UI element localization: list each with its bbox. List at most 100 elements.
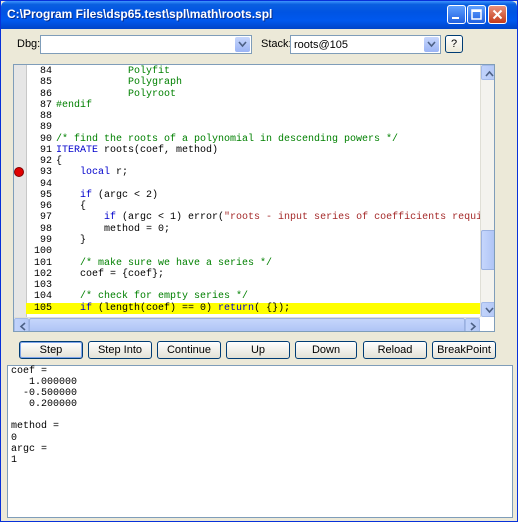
line-number: 99 xyxy=(39,234,52,246)
code-token: ITERATE xyxy=(56,144,99,156)
code-line[interactable]: 85 Polygraph xyxy=(26,77,480,88)
code-text: Polygraph xyxy=(56,77,182,88)
breakpoint-button[interactable]: BreakPoint xyxy=(432,341,496,359)
code-text: if (argc < 2) xyxy=(56,190,158,201)
code-token: { xyxy=(56,201,87,213)
scroll-left-button[interactable] xyxy=(14,318,29,331)
output-line: argc = xyxy=(11,443,48,455)
horizontal-scrollbar[interactable] xyxy=(14,317,480,331)
stack-dropdown-button[interactable] xyxy=(424,37,439,52)
code-line[interactable]: 94 xyxy=(26,179,480,190)
vertical-scroll-thumb[interactable] xyxy=(481,230,494,270)
code-text: method = 0; xyxy=(56,224,170,235)
dbg-dropdown-button[interactable] xyxy=(235,37,250,52)
output-line: 1.000000 xyxy=(11,377,78,389)
line-number: 93 xyxy=(39,167,52,179)
vertical-scrollbar[interactable] xyxy=(480,65,494,317)
code-text: { xyxy=(56,156,62,167)
line-number: 86 xyxy=(39,88,52,100)
code-line[interactable]: 88 xyxy=(26,111,480,122)
output-pane[interactable]: coef = 1.000000 -0.500000 0.200000 method… xyxy=(7,365,513,518)
window-title: C:\Program Files\dsp65.test\spl\math\roo… xyxy=(7,7,273,21)
dbg-combo[interactable] xyxy=(40,35,252,54)
line-number: 105 xyxy=(33,302,52,314)
close-button[interactable] xyxy=(488,5,507,24)
line-number: 96 xyxy=(39,201,52,213)
code-line[interactable]: 100 xyxy=(26,246,480,257)
stack-label: Stack: xyxy=(261,38,292,50)
line-number: 102 xyxy=(33,268,52,280)
continue-button[interactable]: Continue xyxy=(157,341,221,359)
code-text: /* make sure we have a series */ xyxy=(56,258,272,269)
code-token: { xyxy=(56,156,63,168)
code-token: (length(coef) == 0) xyxy=(92,302,219,314)
chevron-right-icon xyxy=(470,322,477,331)
line-number: 84 xyxy=(39,66,52,77)
code-line[interactable]: 99 } xyxy=(26,235,480,246)
maximize-button[interactable] xyxy=(467,5,486,24)
up-button[interactable]: Up xyxy=(226,341,290,359)
code-token: /* find the roots of a polynomial in des… xyxy=(56,133,399,145)
line-number: 100 xyxy=(33,246,52,258)
code-token: return xyxy=(218,302,255,314)
scroll-right-button[interactable] xyxy=(465,318,480,331)
code-line[interactable]: 102 coef = {coef}; xyxy=(26,269,480,280)
code-line[interactable]: 87 #endif xyxy=(26,100,480,111)
current-code-line[interactable]: 105 if (length(coef) == 0) return( {}); xyxy=(26,302,480,314)
code-lines: 84 Polyfit 85 Polygraph 86 Polyroot 87 #endi… xyxy=(14,66,494,314)
code-line[interactable]: 96 { xyxy=(26,201,480,212)
chevron-down-icon xyxy=(427,41,436,48)
output-line: method = xyxy=(11,421,60,433)
source-editor[interactable]: 84 Polyfit 85 Polygraph 86 Polyroot 87 #endi… xyxy=(13,64,495,332)
chevron-left-icon xyxy=(19,322,26,331)
code-line[interactable]: 95 if (argc < 2) xyxy=(26,190,480,201)
code-token: if xyxy=(56,189,93,201)
line-number: 92 xyxy=(39,156,52,168)
line-number: 89 xyxy=(39,122,52,134)
help-button[interactable]: ? xyxy=(445,35,463,53)
code-line[interactable]: 97 if (argc < 1) error("roots - input se… xyxy=(26,212,494,224)
line-number: 91 xyxy=(39,144,52,156)
code-line[interactable]: 90 /* find the roots of a polynomial in d… xyxy=(26,134,480,145)
code-line[interactable]: 103 xyxy=(26,280,480,291)
title-bar[interactable]: C:\Program Files\dsp65.test\spl\math\roo… xyxy=(1,1,517,29)
chevron-down-icon xyxy=(238,41,247,48)
code-text: } xyxy=(56,235,86,246)
code-token: coef = {coef}; xyxy=(56,268,165,280)
code-line[interactable]: 86 Polyroot xyxy=(26,89,480,100)
minimize-button[interactable] xyxy=(447,5,466,24)
step-into-button[interactable]: Step Into xyxy=(88,341,152,359)
scroll-down-button[interactable] xyxy=(481,302,494,317)
stack-combo[interactable]: roots@105 xyxy=(290,35,441,54)
code-text: { xyxy=(56,201,86,212)
code-line[interactable]: 98 method = 0; xyxy=(26,224,480,235)
code-line[interactable]: 104 /* check for empty series */ xyxy=(26,291,480,302)
down-button[interactable]: Down xyxy=(295,341,357,359)
horizontal-scroll-thumb[interactable] xyxy=(29,318,465,331)
code-token: r; xyxy=(110,167,129,179)
reload-button[interactable]: Reload xyxy=(363,341,427,359)
code-line[interactable]: 92 { xyxy=(26,156,480,167)
code-text: Polyfit xyxy=(56,66,170,77)
code-line[interactable]: 101 /* make sure we have a series */ xyxy=(26,258,480,269)
line-number: 88 xyxy=(39,111,52,123)
line-number: 85 xyxy=(39,77,52,89)
dbg-label: Dbg: xyxy=(17,38,41,50)
code-line[interactable]: 91 ITERATE roots(coef, method) xyxy=(26,145,480,156)
scroll-up-button[interactable] xyxy=(481,65,494,80)
code-line[interactable]: 89 xyxy=(26,122,480,133)
code-text: coef = {coef}; xyxy=(56,269,164,280)
step-button[interactable]: Step xyxy=(19,341,83,359)
code-token: "roots - input series of coefficients re… xyxy=(224,212,495,224)
code-token: #endif xyxy=(56,99,93,111)
line-number: 94 xyxy=(39,178,52,190)
line-number: 101 xyxy=(33,257,52,269)
code-token: if xyxy=(56,212,117,224)
code-line[interactable]: 93 local r; xyxy=(14,167,480,179)
code-token: (argc < 1) error( xyxy=(116,212,225,224)
code-line[interactable]: 84 Polyfit xyxy=(26,66,480,77)
code-token: roots(coef, method) xyxy=(98,144,219,156)
line-number: 95 xyxy=(39,189,52,201)
close-icon xyxy=(492,9,503,20)
